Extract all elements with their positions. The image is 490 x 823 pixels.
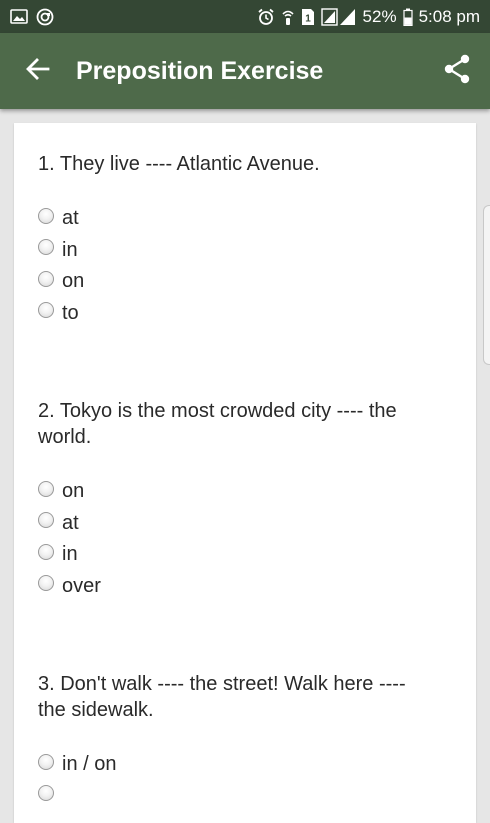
arrow-back-icon (25, 56, 51, 87)
option-label: at (62, 511, 79, 534)
sim-icon: 1 (301, 8, 315, 26)
option-item[interactable]: on (38, 476, 438, 508)
question-text: 3. Don't walk ---- the street! Walk here… (38, 673, 406, 721)
app-bar: Preposition Exercise (0, 33, 490, 109)
radio-button[interactable] (38, 480, 54, 497)
question-text: 2. Tokyo is the most crowded city ---- t… (38, 400, 397, 448)
exercise-card: 1. They live ---- Atlantic Avenue. at in… (14, 123, 476, 823)
option-label: in (62, 543, 78, 566)
sync-icon (36, 8, 54, 26)
back-button[interactable] (0, 33, 76, 109)
alarm-icon (257, 8, 275, 26)
option-item[interactable]: at (38, 508, 438, 540)
share-button[interactable] (424, 33, 490, 109)
status-right: 1 52% 5:08 pm (257, 7, 480, 27)
sim-label: 1 (305, 13, 311, 24)
radio-button[interactable] (38, 543, 54, 560)
radio-button[interactable] (38, 239, 54, 256)
option-item[interactable]: on (38, 266, 438, 298)
option-item[interactable]: in / on (38, 749, 438, 781)
option-label: on (62, 480, 85, 503)
share-icon (443, 54, 471, 89)
gallery-icon (10, 9, 28, 24)
status-time: 5:08 pm (418, 6, 480, 26)
radio-button[interactable] (38, 753, 54, 770)
option-item[interactable]: in (38, 539, 438, 571)
option-item[interactable]: at (38, 203, 438, 235)
option-label: over (62, 574, 101, 597)
radio-button[interactable] (38, 270, 54, 287)
wifi-calling-icon (281, 8, 295, 26)
option-item[interactable]: to (38, 298, 438, 330)
radio-button[interactable] (38, 302, 54, 319)
option-label: to (62, 301, 79, 324)
option-item[interactable]: in (38, 235, 438, 267)
status-bar: 1 52% 5:08 pm (0, 0, 490, 33)
option-item[interactable] (38, 781, 438, 813)
question-2: 2. Tokyo is the most crowded city ---- t… (38, 398, 438, 602)
status-left (10, 8, 54, 26)
option-label: in (62, 238, 78, 261)
radio-button[interactable] (38, 207, 54, 224)
option-label: on (62, 270, 85, 293)
option-list: at in on to (38, 203, 438, 329)
page-title: Preposition Exercise (76, 56, 324, 85)
option-item[interactable]: over (38, 571, 438, 603)
scroll-indicator[interactable] (483, 205, 490, 365)
question-1: 1. They live ---- Atlantic Avenue. at in… (38, 151, 438, 329)
question-text: 1. They live ---- Atlantic Avenue. (38, 153, 320, 175)
radio-button[interactable] (38, 512, 54, 529)
option-list: on at in over (38, 476, 438, 602)
option-list: in / on (38, 749, 438, 812)
radio-button[interactable] (38, 785, 54, 802)
battery-icon (402, 8, 413, 26)
option-label: in / on (62, 753, 117, 776)
radio-button[interactable] (38, 575, 54, 592)
option-label: at (62, 207, 79, 230)
question-3: 3. Don't walk ---- the street! Walk here… (38, 671, 438, 812)
signal-icon (320, 7, 357, 26)
battery-percent: 52% (362, 6, 397, 26)
